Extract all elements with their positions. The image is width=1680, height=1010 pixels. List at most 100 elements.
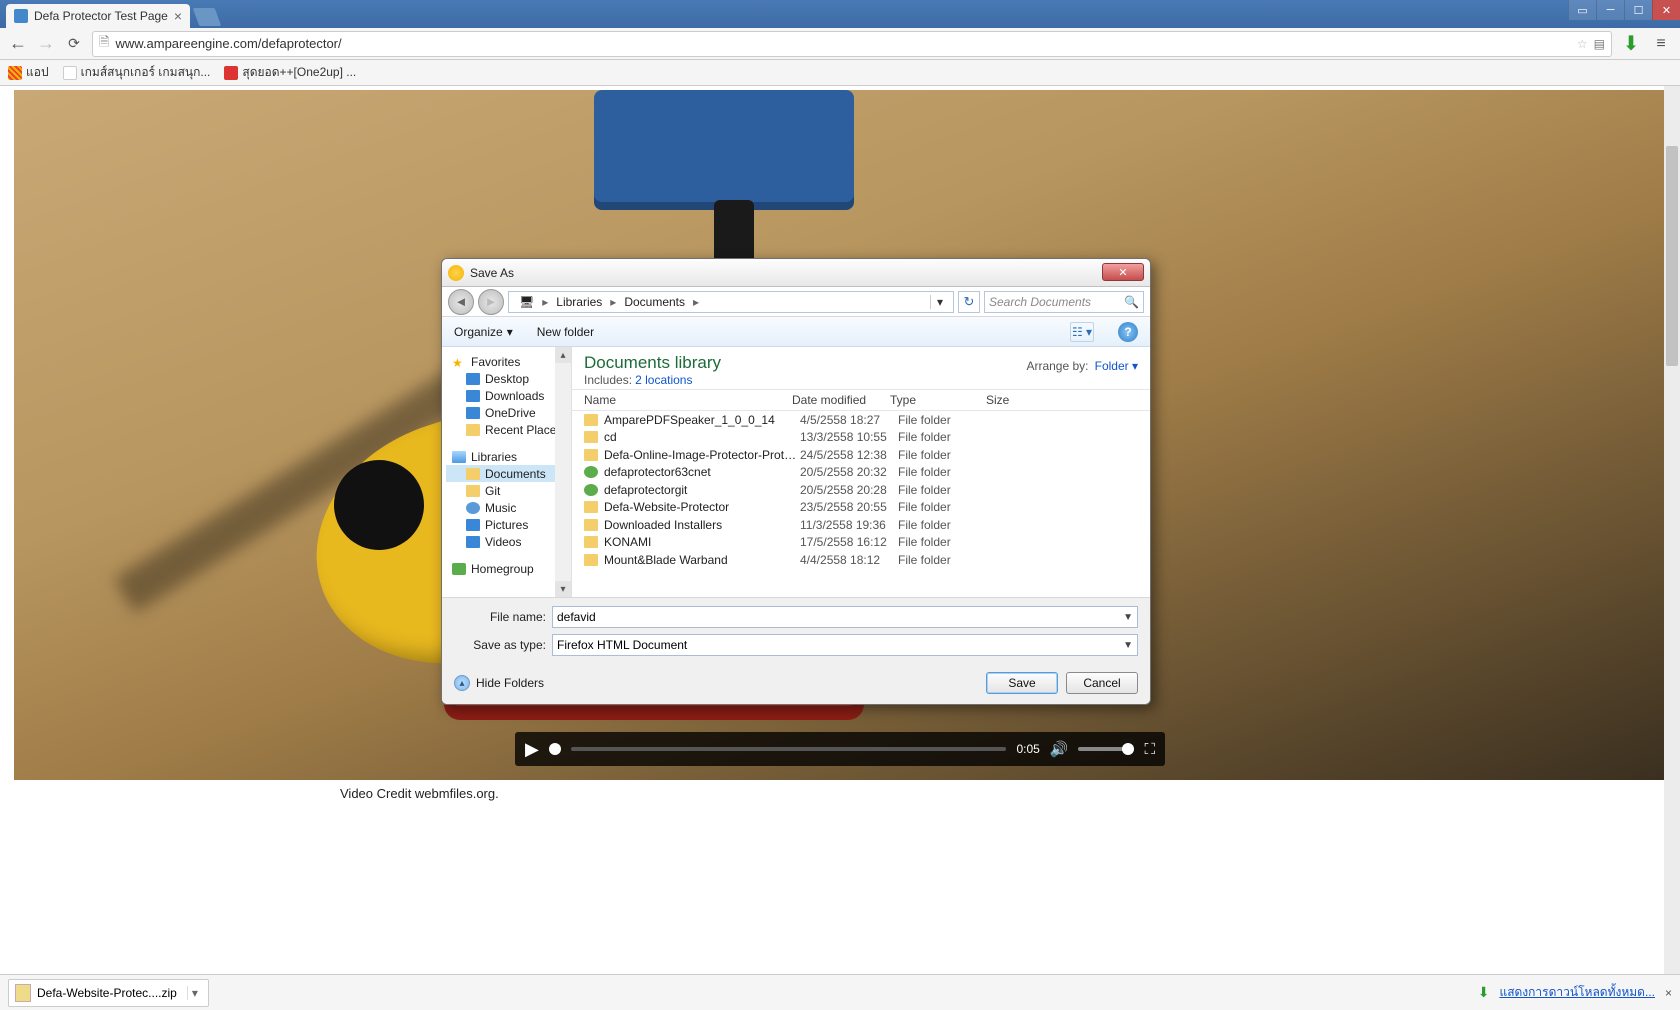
- tree-scrollbar[interactable]: ▴▾: [555, 347, 571, 597]
- tab-close-icon[interactable]: ×: [174, 8, 182, 24]
- volume-icon[interactable]: 🔊: [1050, 740, 1069, 758]
- breadcrumb-segment[interactable]: Libraries: [550, 292, 608, 312]
- show-all-downloads-link[interactable]: แสดงการดาวน์โหลดทั้งหมด...: [1499, 983, 1655, 1002]
- volume-track[interactable]: [1078, 747, 1134, 751]
- chrome-icon: [448, 265, 464, 281]
- new-folder-button[interactable]: New folder: [537, 325, 594, 339]
- col-modified[interactable]: Date modified: [792, 393, 890, 407]
- video-time: 0:05: [1016, 742, 1039, 756]
- refresh-button[interactable]: ↻: [958, 291, 980, 313]
- new-tab-button[interactable]: [193, 8, 222, 26]
- hide-folders-button[interactable]: ▴Hide Folders: [454, 675, 544, 691]
- tree-item-onedrive[interactable]: OneDrive: [446, 404, 571, 421]
- bookmark-label: แอป: [26, 63, 49, 82]
- download-indicator-icon[interactable]: ⬇: [1620, 33, 1642, 55]
- bookmark-label: สุดยอด++[One2up] ...: [242, 63, 356, 82]
- col-size[interactable]: Size: [986, 393, 1150, 407]
- file-name: Downloaded Installers: [604, 518, 800, 532]
- filename-input[interactable]: defavid▼: [552, 606, 1138, 628]
- bookmark-item[interactable]: สุดยอด++[One2up] ...: [224, 63, 356, 82]
- nav-tree: ★Favorites Desktop Downloads OneDrive Re…: [442, 347, 572, 597]
- file-row[interactable]: Defa-Online-Image-Protector-Protect-I...…: [572, 446, 1150, 464]
- breadcrumb-segment[interactable]: Documents: [618, 292, 691, 312]
- tree-item-music[interactable]: Music: [446, 499, 571, 516]
- savetype-select[interactable]: Firefox HTML Document▼: [552, 634, 1138, 656]
- window-close-icon[interactable]: ✕: [1652, 0, 1680, 20]
- dialog-close-button[interactable]: ✕: [1102, 263, 1144, 281]
- file-type: File folder: [898, 448, 994, 462]
- window-maximize-icon[interactable]: ☐: [1624, 0, 1652, 20]
- file-name: cd: [604, 430, 800, 444]
- file-type: File folder: [898, 518, 994, 532]
- tree-favorites[interactable]: ★Favorites: [446, 353, 571, 370]
- col-type[interactable]: Type: [890, 393, 986, 407]
- address-bar[interactable]: 🗎 www.ampareengine.com/defaprotector/ ☆ …: [92, 31, 1612, 57]
- file-name: Mount&Blade Warband: [604, 553, 800, 567]
- tree-libraries[interactable]: Libraries: [446, 448, 571, 465]
- file-row[interactable]: AmparePDFSpeaker_1_0_0_144/5/2558 18:27F…: [572, 411, 1150, 429]
- zip-icon: [15, 984, 31, 1002]
- file-row[interactable]: Downloaded Installers11/3/2558 19:36File…: [572, 516, 1150, 534]
- includes-link[interactable]: 2 locations: [635, 373, 692, 387]
- download-item[interactable]: Defa-Website-Protec....zip ▾: [8, 979, 209, 1007]
- col-name[interactable]: Name: [572, 393, 792, 407]
- star-icon[interactable]: ☆: [1577, 37, 1588, 51]
- menu-icon[interactable]: ≡: [1650, 33, 1672, 55]
- file-row[interactable]: Defa-Website-Protector23/5/2558 20:55Fil…: [572, 499, 1150, 517]
- includes-label: Includes:: [584, 373, 632, 387]
- file-name: KONAMI: [604, 535, 800, 549]
- file-type: File folder: [898, 413, 994, 427]
- window-panel-icon[interactable]: ▭: [1568, 0, 1596, 20]
- breadcrumb-dropdown-icon[interactable]: ▾: [930, 295, 949, 309]
- bookmark-apps[interactable]: แอป: [8, 63, 49, 82]
- page-scrollbar[interactable]: [1664, 86, 1680, 974]
- organize-button[interactable]: Organize ▾: [454, 325, 513, 339]
- seek-track[interactable]: [571, 747, 1007, 751]
- file-modified: 24/5/2558 12:38: [800, 448, 898, 462]
- page-icon: 🗎: [99, 33, 109, 55]
- window-minimize-icon[interactable]: ─: [1596, 0, 1624, 20]
- tree-homegroup[interactable]: Homegroup: [446, 560, 571, 577]
- fullscreen-icon[interactable]: ⛶: [1144, 741, 1155, 758]
- seek-thumb[interactable]: [549, 743, 561, 755]
- device-icon[interactable]: ▤: [1594, 37, 1605, 51]
- search-input[interactable]: Search Documents 🔍: [984, 291, 1144, 313]
- file-name: defaprotectorgit: [604, 483, 800, 497]
- nav-forward-button: ►: [478, 289, 504, 315]
- tree-item-desktop[interactable]: Desktop: [446, 370, 571, 387]
- file-row[interactable]: Mount&Blade Warband4/4/2558 18:12File fo…: [572, 551, 1150, 569]
- decorative-shape: [334, 460, 424, 550]
- chevron-down-icon[interactable]: ▾: [187, 986, 202, 1000]
- tree-item-documents[interactable]: Documents: [446, 465, 571, 482]
- cancel-button[interactable]: Cancel: [1066, 672, 1138, 694]
- url-text: www.ampareengine.com/defaprotector/: [115, 36, 1570, 51]
- tree-item-recent[interactable]: Recent Places: [446, 421, 571, 438]
- view-options-button[interactable]: ☷ ▾: [1070, 322, 1094, 342]
- nav-forward-icon: →: [36, 34, 56, 54]
- close-shelf-icon[interactable]: ×: [1665, 986, 1672, 1000]
- browser-tab[interactable]: Defa Protector Test Page ×: [6, 4, 190, 28]
- tree-item-downloads[interactable]: Downloads: [446, 387, 571, 404]
- breadcrumb-root-icon[interactable]: 🖥: [513, 292, 540, 312]
- play-icon[interactable]: ▶: [525, 739, 539, 760]
- help-button[interactable]: ?: [1118, 322, 1138, 342]
- reload-icon[interactable]: ⟳: [64, 34, 84, 54]
- save-button[interactable]: Save: [986, 672, 1058, 694]
- nav-back-button[interactable]: ◄: [448, 289, 474, 315]
- file-row[interactable]: defaprotectorgit20/5/2558 20:28File fold…: [572, 481, 1150, 499]
- arrange-value[interactable]: Folder ▾: [1095, 359, 1138, 373]
- bookmark-label: เกมส์สนุกเกอร์ เกมสนุก...: [81, 63, 211, 82]
- chevron-down-icon[interactable]: ▼: [1123, 612, 1133, 623]
- chevron-down-icon[interactable]: ▼: [1123, 640, 1133, 651]
- tree-item-git[interactable]: Git: [446, 482, 571, 499]
- file-row[interactable]: KONAMI17/5/2558 16:12File folder: [572, 534, 1150, 552]
- search-icon[interactable]: 🔍: [1124, 295, 1139, 309]
- tree-item-pictures[interactable]: Pictures: [446, 516, 571, 533]
- nav-back-icon[interactable]: ←: [8, 34, 28, 54]
- file-row[interactable]: cd13/3/2558 10:55File folder: [572, 429, 1150, 447]
- file-row[interactable]: defaprotector63cnet20/5/2558 20:32File f…: [572, 464, 1150, 482]
- breadcrumb[interactable]: 🖥▸ Libraries▸ Documents▸ ▾: [508, 291, 954, 313]
- decorative-shape: [594, 90, 854, 210]
- tree-item-videos[interactable]: Videos: [446, 533, 571, 550]
- bookmark-item[interactable]: เกมส์สนุกเกอร์ เกมสนุก...: [63, 63, 211, 82]
